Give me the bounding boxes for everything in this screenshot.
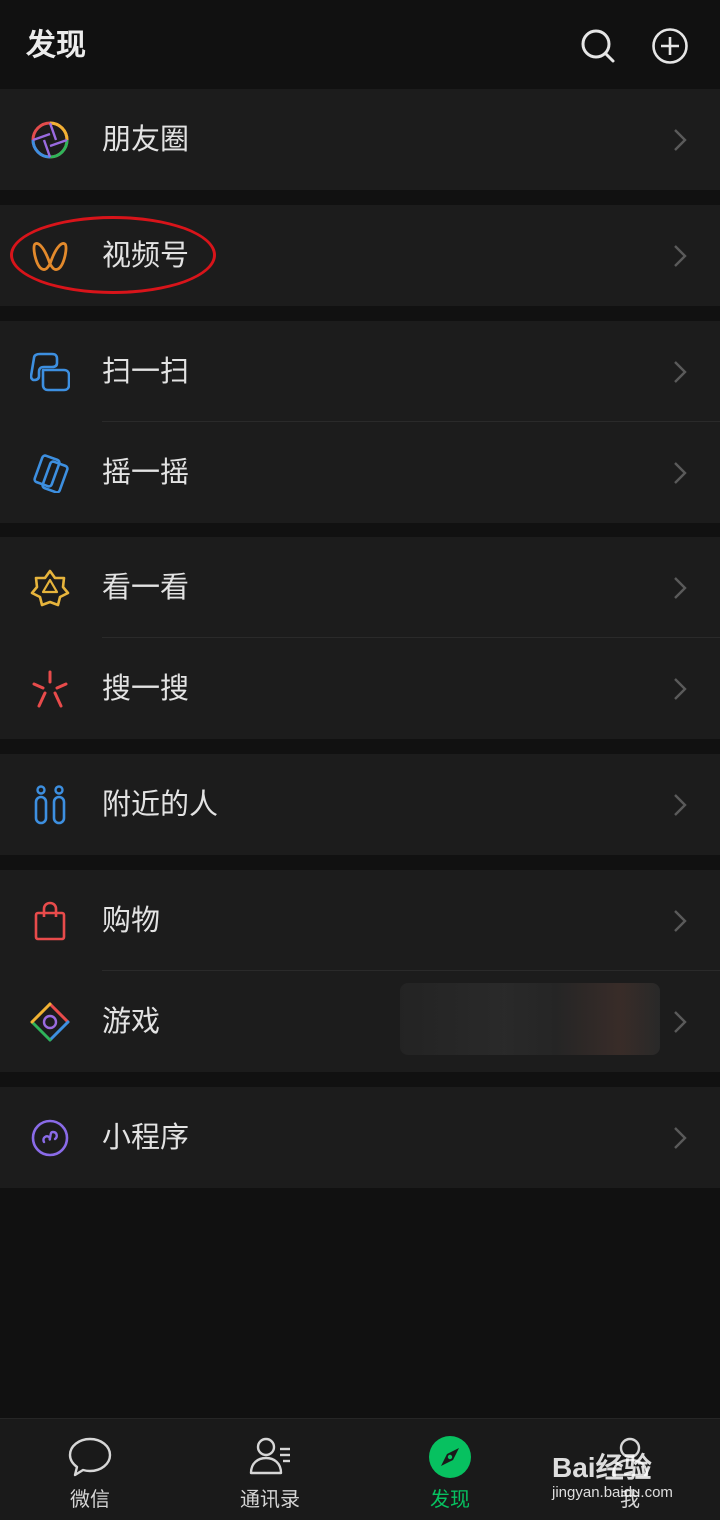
group-stories-search: 看一看 搜一搜 [0,537,720,739]
top-bar: 发现 [0,0,720,88]
chevron-right-icon [674,1127,687,1149]
menu-label-shopping: 购物 [102,903,161,937]
menu-item-moments[interactable]: 朋友圈 [0,89,720,190]
menu-label-mini-programs: 小程序 [102,1120,190,1154]
menu-label-shake: 摇一摇 [102,455,190,489]
chevron-right-icon [674,794,687,816]
menu-label-people-nearby: 附近的人 [102,787,219,821]
group-nearby: 附近的人 [0,754,720,855]
menu-label-search: 搜一搜 [102,671,190,705]
blurred-preview-image [400,983,660,1055]
chevron-right-icon [674,361,687,383]
search-button[interactable] [578,26,618,66]
chevron-right-icon [674,577,687,599]
watermark-brand: Bai经验 [552,1452,652,1483]
menu-label-moments: 朋友圈 [102,122,190,156]
add-circle-icon [652,28,688,64]
compass-icon [429,1436,471,1478]
tab-chats[interactable]: 微信 [0,1419,180,1520]
page-title: 发现 [26,28,86,63]
add-button[interactable] [650,26,690,66]
chevron-right-icon [674,462,687,484]
annotation-ellipse [10,216,216,294]
menu-item-search[interactable]: 搜一搜 [0,638,720,739]
tab-label: 微信 [70,1487,110,1511]
search-sparkle-icon [32,670,68,708]
search-icon [581,29,615,63]
menu-label-scan: 扫一扫 [102,354,190,388]
chevron-right-icon [674,678,687,700]
chat-bubble-icon [68,1437,112,1477]
contacts-icon [249,1437,290,1475]
menu-item-mini-programs[interactable]: 小程序 [0,1087,720,1188]
chevron-right-icon [674,1011,687,1033]
tab-label: 通讯录 [240,1487,300,1511]
group-moments: 朋友圈 [0,89,720,190]
watermark-url: jingyan.baidu.com [552,1484,673,1501]
baidu-watermark: Bai经验 jingyan.baidu.com [552,1440,712,1510]
menu-item-people-nearby[interactable]: 附近的人 [0,754,720,855]
group-scan-shake: 扫一扫 摇一摇 [0,321,720,523]
people-nearby-icon [34,785,66,825]
tab-discover[interactable]: 发现 [360,1419,540,1520]
menu-item-shopping[interactable]: 购物 [0,870,720,971]
tab-label: 发现 [430,1487,470,1511]
mini-program-icon [31,1119,69,1157]
chevron-right-icon [674,129,687,151]
tab-contacts[interactable]: 通讯录 [180,1419,360,1520]
top-stories-icon [30,569,70,607]
games-diamond-icon [30,1002,70,1042]
menu-item-games[interactable]: 游戏 [0,971,720,1072]
menu-label-games: 游戏 [102,1004,161,1038]
shake-phone-icon [33,454,69,493]
menu-item-top-stories[interactable]: 看一看 [0,537,720,638]
menu-label-top-stories: 看一看 [102,570,190,604]
shopping-bag-icon [34,901,66,941]
group-mini-programs: 小程序 [0,1087,720,1188]
menu-item-scan[interactable]: 扫一扫 [0,321,720,422]
menu-item-shake[interactable]: 摇一摇 [0,422,720,523]
chevron-right-icon [674,245,687,267]
scan-icon [30,352,70,392]
group-shop-games: 购物 游戏 [0,870,720,1072]
moments-aperture-icon [31,121,69,159]
chevron-right-icon [674,910,687,932]
